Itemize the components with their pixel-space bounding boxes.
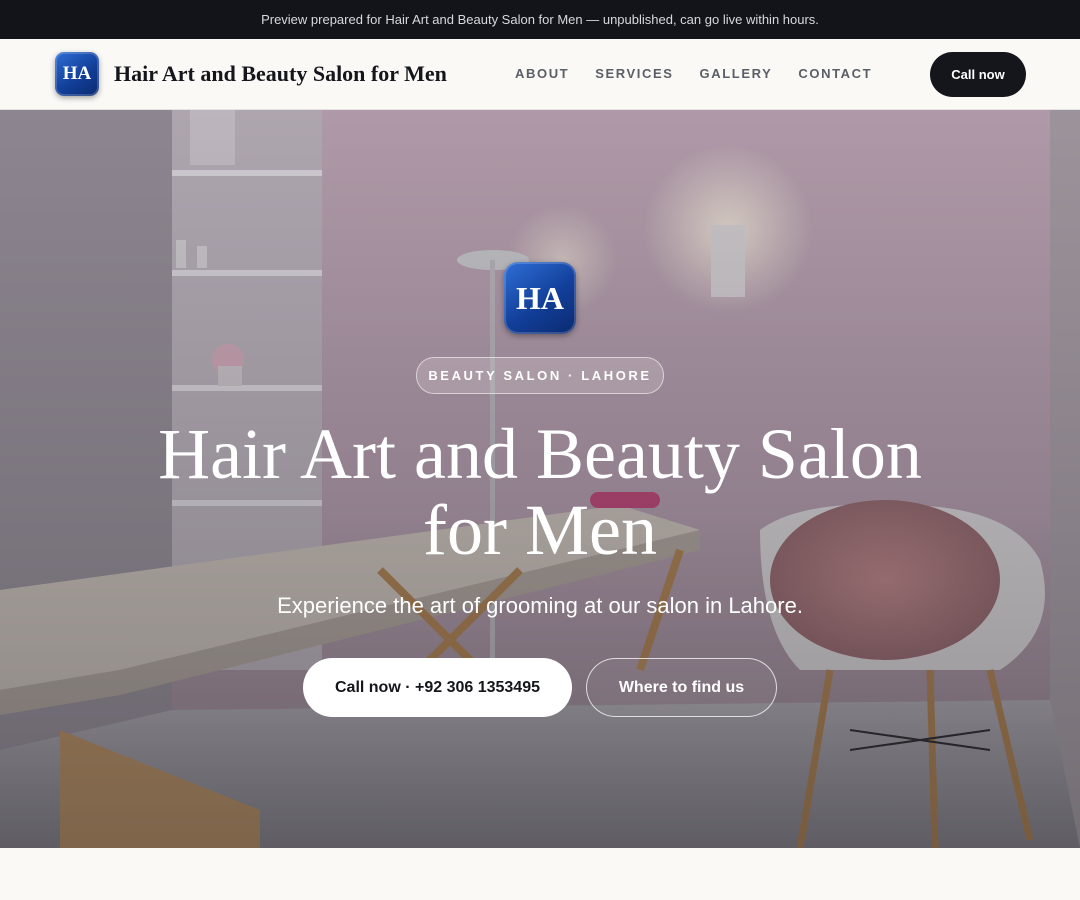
nav-link-services[interactable]: SERVICES xyxy=(595,66,673,81)
preview-banner-text: Preview prepared for Hair Art and Beauty… xyxy=(261,12,819,27)
hero-logo-icon: HA xyxy=(504,262,576,334)
main-nav: ABOUT SERVICES GALLERY CONTACT xyxy=(515,66,898,81)
call-now-button[interactable]: Call now xyxy=(930,52,1026,97)
site-header: HA Hair Art and Beauty Salon for Men ABO… xyxy=(0,39,1080,110)
logo-icon[interactable]: HA xyxy=(55,52,99,96)
preview-banner: Preview prepared for Hair Art and Beauty… xyxy=(0,0,1080,39)
call-phone-button[interactable]: Call now · +92 306 1353495 xyxy=(303,658,572,717)
hero-subtitle: Experience the art of grooming at our sa… xyxy=(277,593,803,618)
brand-name[interactable]: Hair Art and Beauty Salon for Men xyxy=(114,61,447,87)
nav-link-gallery[interactable]: GALLERY xyxy=(700,66,773,81)
hero-title: Hair Art and Beauty Salon for Men xyxy=(158,414,922,570)
find-us-button[interactable]: Where to find us xyxy=(586,658,777,717)
location-badge: BEAUTY SALON · LAHORE xyxy=(416,357,664,394)
hero-section: HA BEAUTY SALON · LAHORE Hair Art and Be… xyxy=(0,110,1080,848)
nav-link-contact[interactable]: CONTACT xyxy=(798,66,872,81)
nav-link-about[interactable]: ABOUT xyxy=(515,66,569,81)
